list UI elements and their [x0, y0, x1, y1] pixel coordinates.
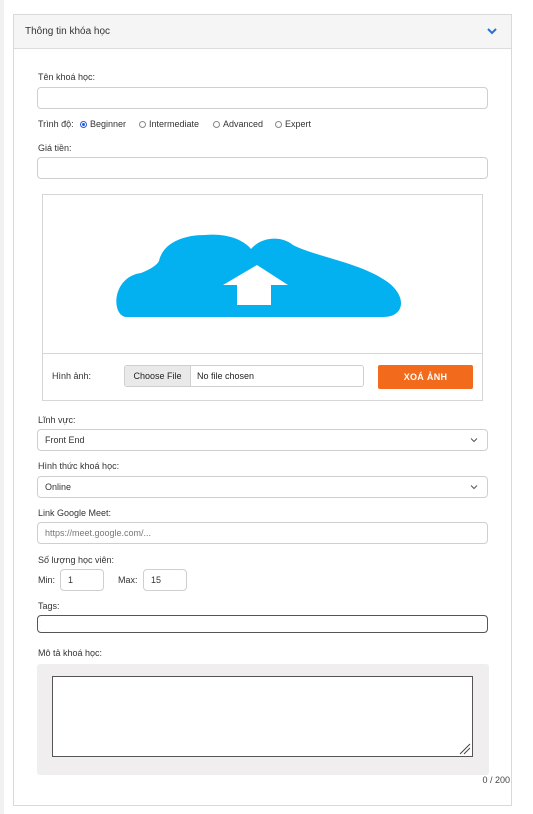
description-container [37, 664, 489, 775]
format-select[interactable]: Online [37, 476, 488, 498]
format-label: Hình thức khoá học: [38, 461, 120, 471]
course-name-label: Tên khoá học: [38, 72, 96, 82]
level-radio-beginner[interactable]: Beginner [80, 119, 126, 129]
level-option-label: Intermediate [149, 119, 200, 129]
format-selected-value: Online [45, 482, 72, 492]
chevron-down-icon[interactable] [486, 26, 498, 36]
max-label: Max: [118, 575, 138, 585]
level-radio-intermediate[interactable]: Intermediate [139, 119, 199, 129]
course-name-input[interactable] [37, 87, 488, 109]
file-input[interactable]: Choose File No file chosen [124, 365, 364, 387]
level-label: Trình độ: [38, 119, 74, 129]
page-left-edge [0, 0, 4, 814]
price-input[interactable] [37, 157, 488, 179]
file-status-text: No file chosen [197, 371, 255, 381]
meet-link-input[interactable]: https://meet.google.com/... [37, 522, 488, 544]
choose-file-button[interactable]: Choose File [125, 366, 191, 386]
meet-link-placeholder: https://meet.google.com/... [45, 528, 152, 538]
max-students-input[interactable]: 15 [143, 569, 187, 591]
image-upload-box[interactable]: Hình ảnh: Choose File No file chosen XOÁ… [42, 194, 483, 401]
panel-header[interactable]: Thông tin khóa học [14, 15, 511, 49]
character-counter: 0 / 200 [482, 775, 510, 785]
tags-label: Tags: [38, 601, 60, 611]
chevron-down-icon [470, 485, 478, 490]
tags-input[interactable] [37, 615, 488, 633]
field-label: Lĩnh vực: [38, 415, 76, 425]
radio-checked-icon [80, 120, 87, 128]
panel-title: Thông tin khóa học [25, 26, 111, 37]
chevron-down-icon [470, 438, 478, 443]
level-option-label: Beginner [90, 119, 127, 129]
level-option-label: Advanced [223, 119, 264, 129]
image-label: Hình ảnh: [52, 371, 92, 381]
radio-unchecked-icon [139, 120, 146, 128]
level-radio-advanced[interactable]: Advanced [213, 119, 263, 129]
radio-unchecked-icon [213, 120, 220, 128]
remove-image-button[interactable]: XOÁ ẢNH [378, 365, 473, 389]
level-radio-expert[interactable]: Expert [275, 119, 311, 129]
min-label: Min: [38, 575, 56, 585]
image-upload-bar: Hình ảnh: Choose File No file chosen XOÁ… [43, 353, 482, 400]
resize-handle-icon[interactable] [459, 743, 471, 755]
cloud-upload-icon [116, 234, 402, 317]
price-label: Giá tiền: [38, 143, 72, 153]
meet-link-label: Link Google Meet: [38, 508, 112, 518]
level-option-label: Expert [285, 119, 312, 129]
field-select[interactable]: Front End [37, 429, 488, 451]
min-students-input[interactable]: 1 [60, 569, 104, 591]
students-label: Số lượng học viên: [38, 555, 114, 565]
radio-unchecked-icon [275, 120, 282, 128]
description-label: Mô tả khoá học: [38, 648, 103, 658]
description-textarea[interactable] [52, 676, 473, 757]
field-selected-value: Front End [45, 435, 85, 445]
